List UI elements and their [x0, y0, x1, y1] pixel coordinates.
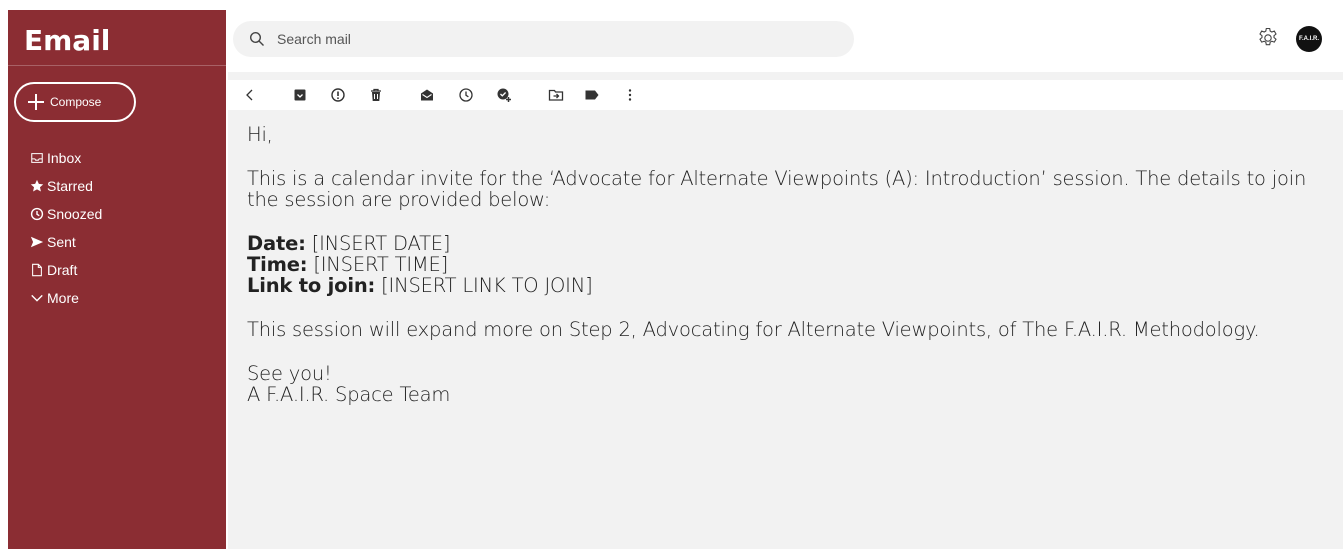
archive-icon [294, 89, 306, 101]
avatar[interactable]: F.A.I.R. [1296, 26, 1322, 52]
sidebar-nav: Inbox Starred Snoozed Sent Draft More [30, 144, 102, 312]
app-title: Email [24, 24, 111, 57]
sidebar-item-draft[interactable]: Draft [30, 256, 102, 284]
snooze-icon [459, 88, 473, 102]
link-value: [INSERT LINK TO JOIN] [375, 274, 593, 297]
divider [8, 65, 226, 66]
report-spam-button[interactable] [330, 87, 346, 103]
link-label: Link to join: [247, 274, 376, 297]
mark-unread-button[interactable] [419, 87, 435, 103]
label-icon [585, 90, 599, 100]
star-icon [30, 179, 44, 192]
compose-label: Compose [50, 95, 102, 109]
settings-button[interactable] [1256, 26, 1280, 50]
link-line: Link to join: [INSERT LINK TO JOIN] [247, 275, 1327, 296]
delete-icon [371, 88, 381, 101]
sidebar-item-starred[interactable]: Starred [30, 172, 102, 200]
sidebar-item-inbox[interactable]: Inbox [30, 144, 102, 172]
time-label: Time: [247, 253, 308, 276]
more-vert-icon [628, 89, 632, 101]
inbox-icon [31, 153, 43, 163]
add-task-button[interactable] [496, 87, 512, 103]
mark-unread-icon [421, 89, 433, 101]
avatar-text: F.A.I.R. [1298, 36, 1319, 42]
signoff: See you! [247, 362, 332, 385]
sidebar-item-label: Draft [47, 262, 78, 278]
archive-button[interactable] [292, 87, 308, 103]
sidebar-item-label: Starred [47, 178, 93, 194]
move-to-icon [548, 89, 564, 101]
back-icon [246, 89, 253, 101]
sidebar-item-more[interactable]: More [30, 284, 102, 312]
label-button[interactable] [584, 87, 600, 103]
plus-icon [28, 94, 44, 110]
file-icon [32, 263, 42, 277]
back-button[interactable] [242, 87, 258, 103]
delete-button[interactable] [368, 87, 384, 103]
date-line: Date: [INSERT DATE] [247, 233, 1327, 254]
date-label: Date: [247, 232, 306, 255]
send-icon [30, 236, 44, 248]
search-icon[interactable] [249, 31, 265, 47]
message-view: Hi, This is a calendar invite for the ‘A… [228, 72, 1343, 549]
sidebar: Email Compose Inbox Starred Snoozed Sent… [8, 10, 226, 549]
sidebar-item-snoozed[interactable]: Snoozed [30, 200, 102, 228]
time-line: Time: [INSERT TIME] [247, 254, 1327, 275]
time-value: [INSERT TIME] [307, 253, 449, 276]
gear-icon [1259, 27, 1277, 46]
search-bar [233, 21, 854, 57]
compose-button[interactable]: Compose [14, 82, 136, 122]
report-spam-icon [331, 88, 345, 102]
intro-paragraph: This is a calendar invite for the ‘Advoc… [247, 167, 1307, 211]
search-input[interactable] [277, 31, 837, 47]
add-task-icon [497, 88, 511, 102]
move-to-button[interactable] [548, 87, 564, 103]
snooze-button[interactable] [458, 87, 474, 103]
message-toolbar [228, 80, 1343, 110]
sidebar-item-label: Snoozed [47, 206, 103, 222]
greeting: Hi, [247, 123, 273, 146]
date-value: [INSERT DATE] [305, 232, 451, 255]
closing-paragraph: This session will expand more on Step 2,… [247, 318, 1260, 341]
chevron-down-icon [31, 294, 43, 302]
email-body: Hi, This is a calendar invite for the ‘A… [247, 124, 1327, 405]
signature: A F.A.I.R. Space Team [247, 383, 451, 406]
sidebar-item-label: Inbox [47, 150, 82, 166]
sidebar-item-sent[interactable]: Sent [30, 228, 102, 256]
clock-icon [30, 207, 44, 221]
sidebar-item-label: More [47, 290, 79, 306]
sidebar-item-label: Sent [47, 234, 76, 250]
more-button[interactable] [622, 87, 638, 103]
